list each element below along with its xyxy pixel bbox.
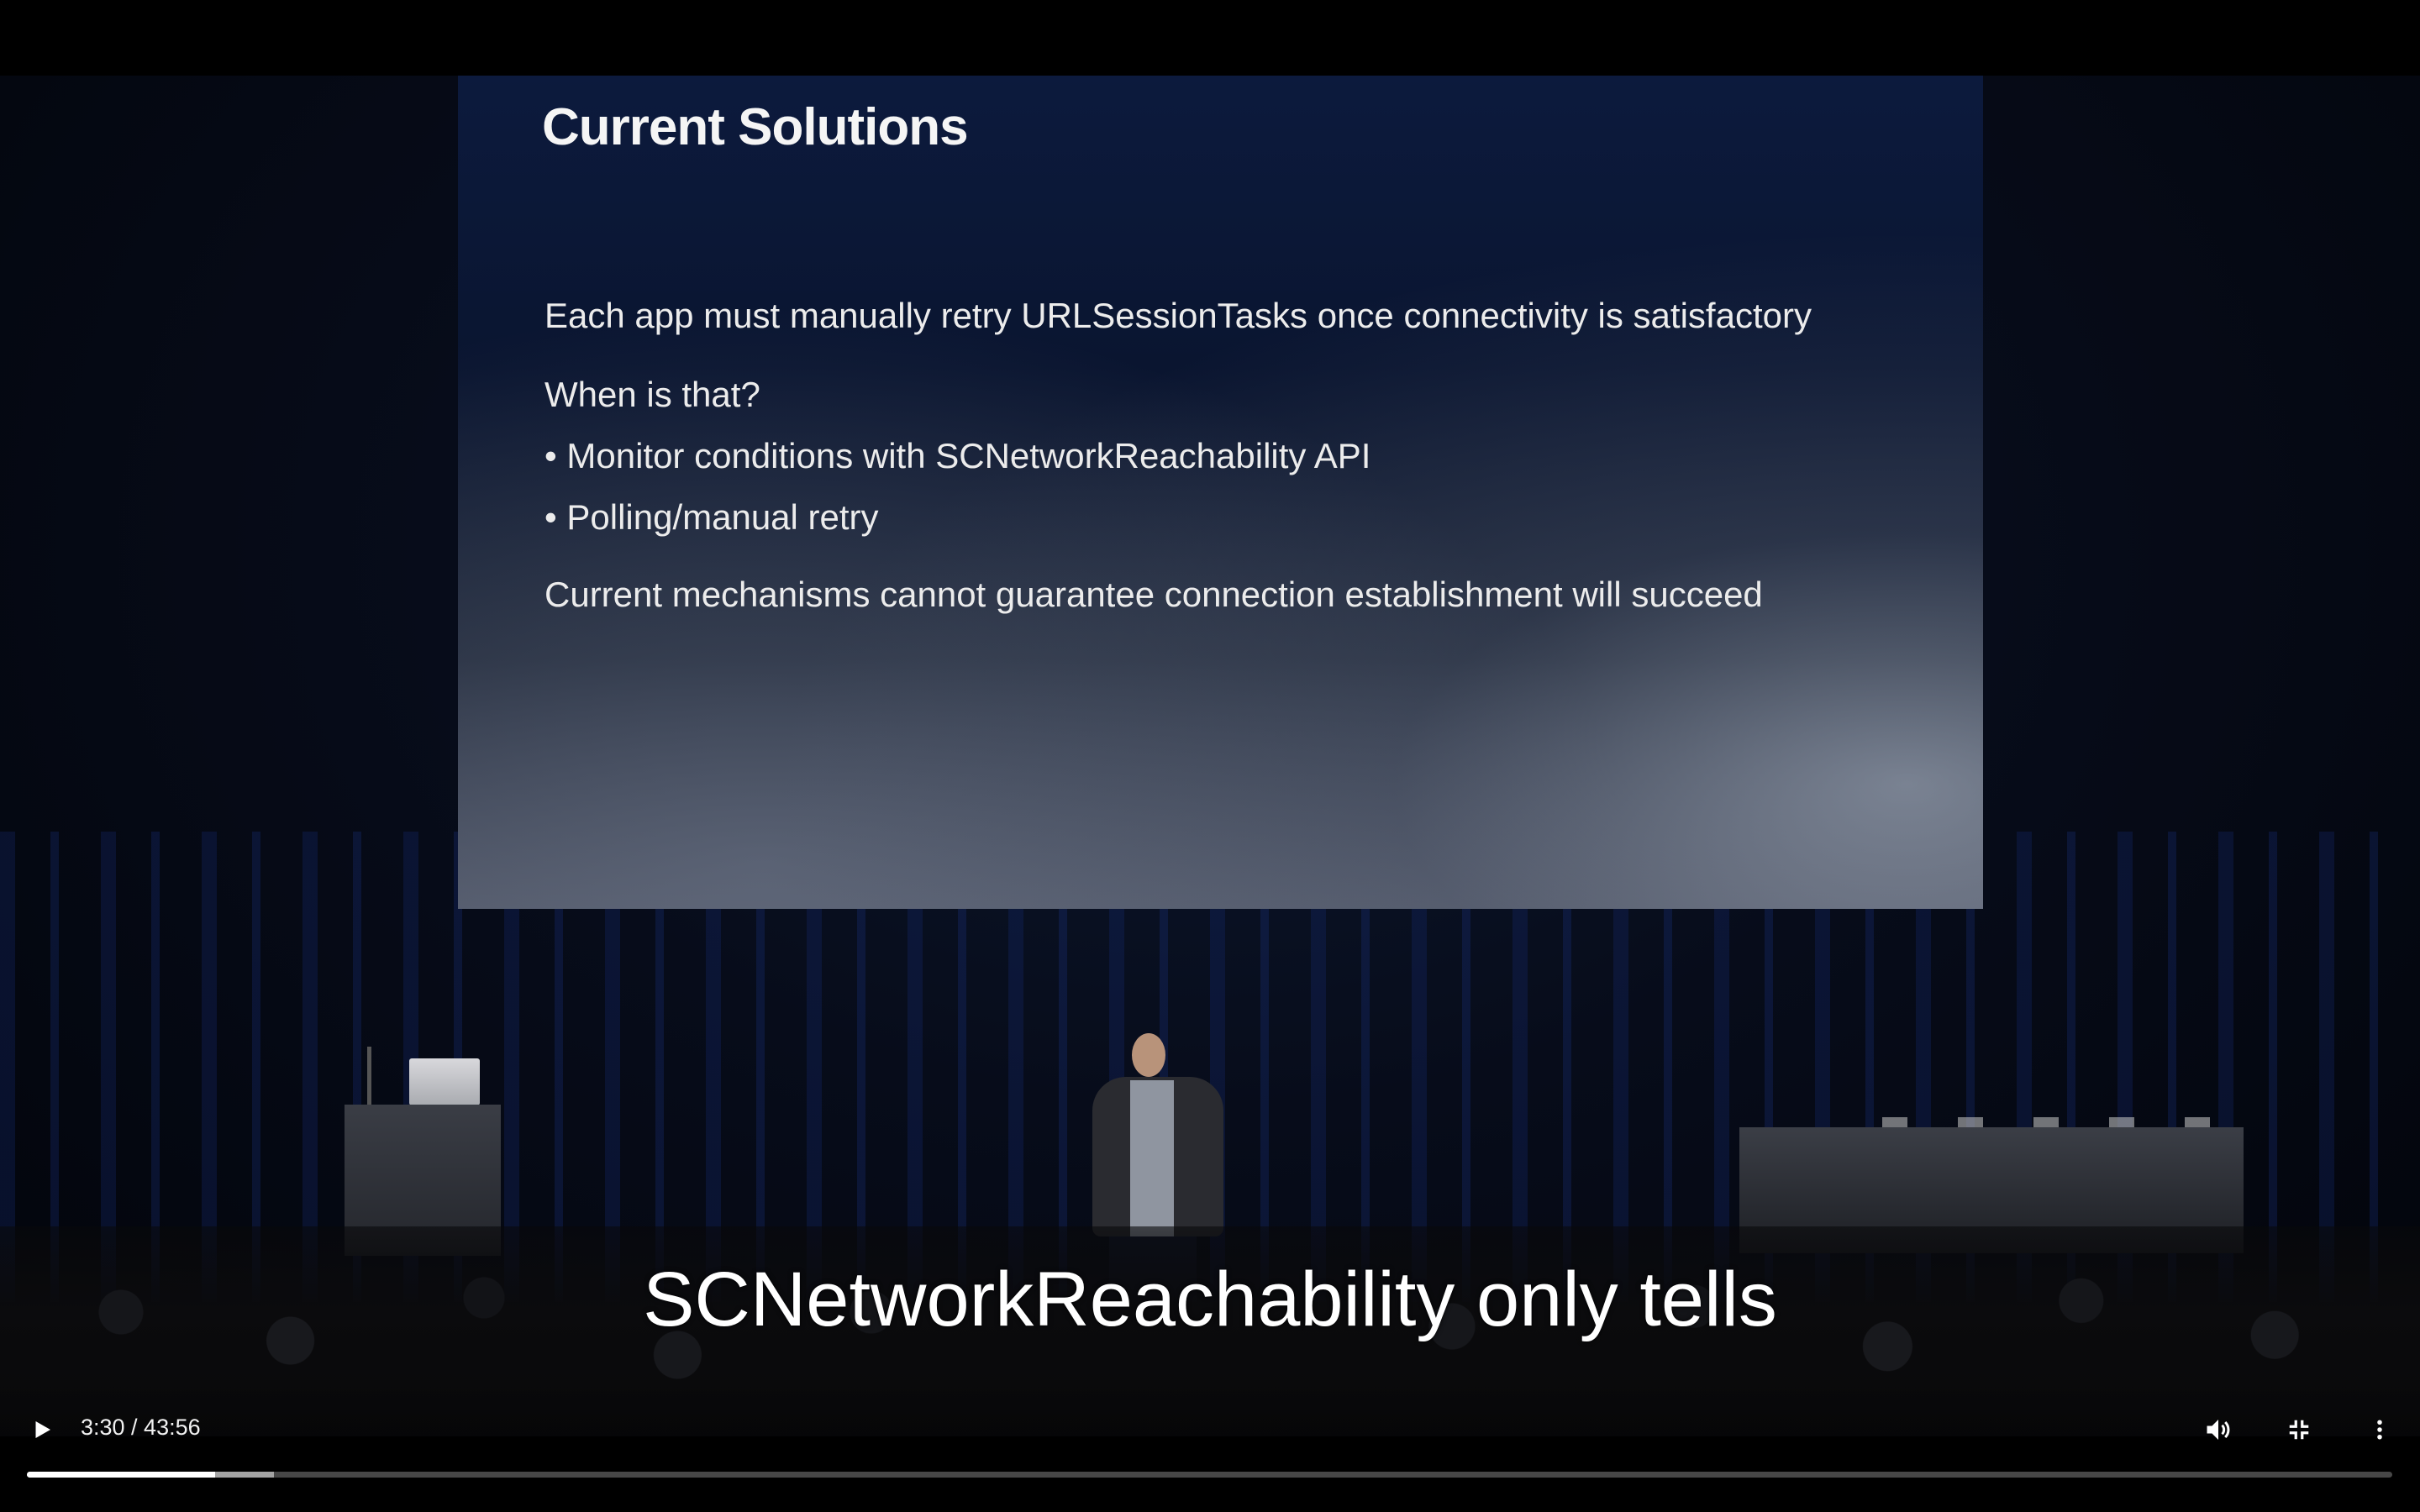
slide-line: • Polling/manual retry [544,497,879,537]
slide-line: Each app must manually retry URLSessionT… [544,296,1812,335]
presenter-shirt [1130,1080,1174,1240]
controls-backdrop [0,1378,2420,1512]
slide-line: • Monitor conditions with SCNetworkReach… [544,436,1371,475]
laptop [409,1058,480,1105]
time-display: 3:30 / 43:56 [81,1415,201,1440]
slide-line: When is that? [544,375,760,414]
exit-fullscreen-icon [2289,1420,2309,1440]
video-frame[interactable]: Current Solutions Each app must manually… [0,76,2420,1436]
volume-button[interactable] [2193,1404,2244,1455]
table-items [1882,1117,2218,1127]
play-button[interactable] [17,1404,67,1455]
volume-icon [2207,1420,2230,1440]
progress-played [27,1472,216,1478]
video-player[interactable]: Current Solutions Each app must manually… [0,0,2420,1512]
more-options-button[interactable] [2354,1404,2405,1455]
progress-bar[interactable] [27,1472,2392,1478]
more-vertical-icon [2377,1420,2382,1440]
subtitle-caption: SCNetworkReachability only tells [643,1257,1777,1342]
play-icon [35,1421,50,1438]
exit-fullscreen-button[interactable] [2274,1404,2324,1455]
presenter-head [1132,1033,1165,1077]
slide-title: Current Solutions [542,98,969,156]
projection-screen: Current Solutions Each app must manually… [458,76,1983,909]
slide-line: Current mechanisms cannot guarantee conn… [544,575,1763,614]
microphone-stand [367,1047,371,1105]
